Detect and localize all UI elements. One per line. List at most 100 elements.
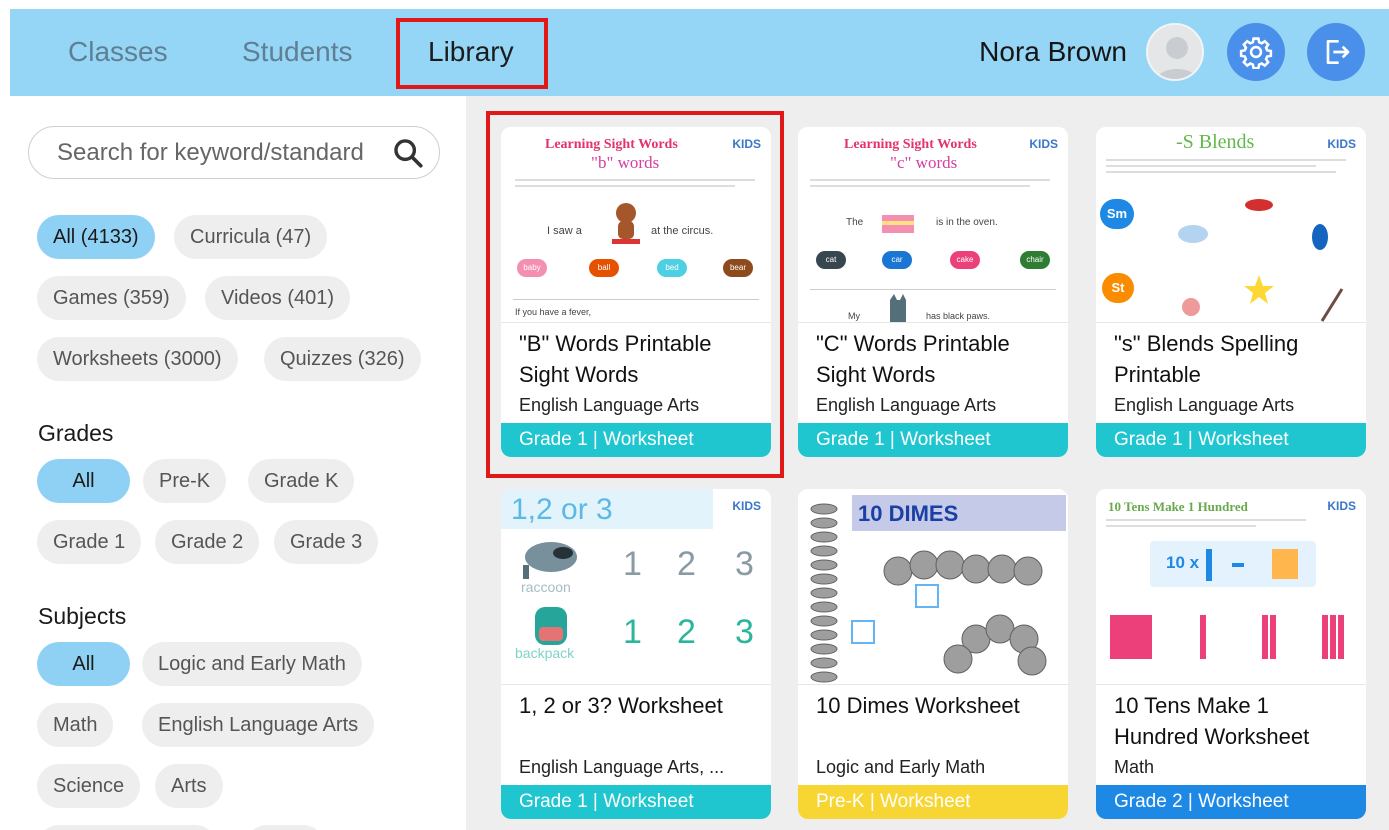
grade-pre-k[interactable]: Pre-K bbox=[143, 459, 227, 503]
number-option: 2 bbox=[677, 545, 696, 583]
number-option: 2 bbox=[677, 613, 696, 651]
subject-science[interactable]: Science bbox=[37, 764, 141, 808]
card-title: 10 Dimes Worksheet bbox=[816, 693, 1020, 718]
card-title: 10 Tens Make 1 Hundred Worksheet bbox=[1114, 693, 1310, 749]
raccoon-icon bbox=[523, 542, 577, 579]
number-option: 3 bbox=[735, 613, 754, 651]
grade-3[interactable]: Grade 3 bbox=[274, 520, 379, 564]
logout-icon bbox=[1326, 40, 1350, 64]
cat-icon bbox=[890, 294, 906, 322]
logout-button[interactable] bbox=[1307, 23, 1365, 81]
tens-blocks bbox=[1206, 549, 1298, 581]
equation-text: 10 x bbox=[1166, 553, 1200, 572]
card-title: "s" Blends Spelling Printable bbox=[1114, 331, 1299, 387]
hundred-blocks bbox=[1110, 615, 1344, 659]
worksheet-thumbnail: -S Blends KIDS Sm St bbox=[1096, 127, 1366, 323]
tab-students[interactable]: Students bbox=[242, 33, 353, 71]
thumb-heading: 1,2 or 3 bbox=[511, 493, 613, 526]
user-name: Nora Brown bbox=[979, 36, 1127, 67]
thumb-heading: -S Blends bbox=[1176, 131, 1255, 153]
resource-card[interactable]: 1,2 or 3 KIDS raccoon 1 2 3 backpack 1 2… bbox=[501, 489, 771, 819]
filter-all-types[interactable]: All (4133) bbox=[37, 215, 155, 259]
grade-k[interactable]: Grade K bbox=[248, 459, 355, 503]
worksheet-thumbnail: 10 Tens Make 1 Hundred KIDS 10 x bbox=[1096, 489, 1366, 685]
grade-all[interactable]: All bbox=[37, 459, 130, 503]
thumb-heading: 10 DIMES bbox=[858, 501, 959, 526]
thumb-sentence-end: is in the oven. bbox=[936, 217, 998, 228]
subject-arts[interactable]: Arts bbox=[155, 764, 223, 808]
resource-card[interactable]: Learning Sight Words "c" words KIDS The … bbox=[798, 127, 1068, 457]
number-option: 1 bbox=[623, 545, 642, 583]
backpack-icon bbox=[535, 607, 567, 645]
blend-badge: Sm bbox=[1100, 199, 1134, 229]
search-input[interactable] bbox=[57, 137, 387, 169]
thumb-heading: 10 Tens Make 1 Hundred bbox=[1108, 499, 1248, 514]
cloud-icon bbox=[1178, 225, 1208, 243]
user-avatar-icon bbox=[1156, 37, 1198, 79]
gear-icon bbox=[1239, 37, 1273, 69]
option-badge: cat bbox=[816, 251, 846, 269]
card-footer: Pre-K | Worksheet bbox=[798, 785, 1068, 819]
tab-library-highlight bbox=[396, 18, 548, 89]
thumb-line-end: has black paws. bbox=[926, 311, 991, 321]
settings-button[interactable] bbox=[1227, 23, 1285, 81]
star-icon bbox=[1244, 275, 1274, 304]
card-subject: Math bbox=[1114, 757, 1155, 777]
card-subject: English Language Arts bbox=[816, 395, 997, 415]
filter-curricula[interactable]: Curricula (47) bbox=[174, 215, 328, 259]
number-option: 3 bbox=[735, 545, 754, 583]
option-badge: chair bbox=[1020, 251, 1050, 269]
subject-all[interactable]: All bbox=[37, 642, 130, 686]
subject-math[interactable]: Math bbox=[37, 703, 114, 747]
resource-card[interactable]: -S Blends KIDS Sm St "s" Blends Spelling… bbox=[1096, 127, 1366, 457]
search-box[interactable] bbox=[28, 126, 440, 179]
card-subject: Logic and Early Math bbox=[816, 757, 986, 777]
top-navigation-bar: Classes Students Library Nora Brown bbox=[10, 9, 1389, 96]
brand-logo: KIDS bbox=[1029, 137, 1058, 151]
stick-icon bbox=[1320, 288, 1344, 322]
thumb-line: My bbox=[848, 311, 860, 321]
thumb-subheading: "c" words bbox=[890, 153, 958, 172]
number-option: 1 bbox=[623, 613, 642, 651]
resource-card[interactable]: 10 Tens Make 1 Hundred KIDS 10 x 10 Tens… bbox=[1096, 489, 1366, 819]
worksheet-thumbnail: 10 DIMES bbox=[798, 489, 1068, 685]
worksheet-thumbnail: 1,2 or 3 KIDS raccoon 1 2 3 backpack 1 2… bbox=[501, 489, 771, 685]
search-icon[interactable] bbox=[391, 136, 425, 170]
grades-heading: Grades bbox=[38, 420, 114, 446]
blend-badge: St bbox=[1102, 273, 1134, 303]
option-badge: cake bbox=[950, 251, 980, 269]
subject-logic-early-math[interactable]: Logic and Early Math bbox=[142, 642, 362, 686]
filter-quizzes[interactable]: Quizzes (326) bbox=[264, 337, 421, 381]
cake-icon bbox=[882, 215, 914, 233]
subject-chip-partial[interactable] bbox=[245, 825, 325, 830]
card-footer: Grade 1 | Worksheet bbox=[501, 785, 771, 819]
subject-chip-partial[interactable] bbox=[37, 825, 217, 830]
grade-2[interactable]: Grade 2 bbox=[155, 520, 260, 564]
card-footer: Grade 1 | Worksheet bbox=[1096, 423, 1366, 457]
tab-classes[interactable]: Classes bbox=[68, 33, 168, 71]
word-label: raccoon bbox=[521, 579, 571, 595]
card-highlight bbox=[486, 111, 784, 478]
worksheet-thumbnail: Learning Sight Words "c" words KIDS The … bbox=[798, 127, 1068, 323]
grade-1[interactable]: Grade 1 bbox=[37, 520, 142, 564]
card-footer: Grade 1 | Worksheet bbox=[798, 423, 1068, 457]
brand-logo: KIDS bbox=[732, 499, 761, 513]
brand-logo: KIDS bbox=[1327, 137, 1356, 151]
word-label: backpack bbox=[515, 645, 575, 661]
snail-icon bbox=[1182, 298, 1200, 316]
thumb-sentence: The bbox=[846, 217, 864, 228]
subject-english-language-arts[interactable]: English Language Arts bbox=[142, 703, 375, 747]
avatar[interactable] bbox=[1146, 23, 1204, 81]
filter-games[interactable]: Games (359) bbox=[37, 276, 186, 320]
card-title: "C" Words Printable Sight Words bbox=[816, 331, 1010, 387]
card-title: 1, 2 or 3? Worksheet bbox=[519, 693, 723, 718]
filter-videos[interactable]: Videos (401) bbox=[205, 276, 351, 320]
card-footer: Grade 2 | Worksheet bbox=[1096, 785, 1366, 819]
thumb-heading: Learning Sight Words bbox=[844, 137, 977, 152]
filter-worksheets[interactable]: Worksheets (3000) bbox=[37, 337, 238, 381]
shoe-icon bbox=[1312, 224, 1328, 250]
resource-card[interactable]: 10 DIMES 10 Dimes Worksheet Logic and Ea… bbox=[798, 489, 1068, 819]
card-subject: English Language Arts, ... bbox=[519, 757, 725, 777]
brand-logo: KIDS bbox=[1327, 499, 1356, 513]
subjects-heading: Subjects bbox=[38, 603, 127, 629]
